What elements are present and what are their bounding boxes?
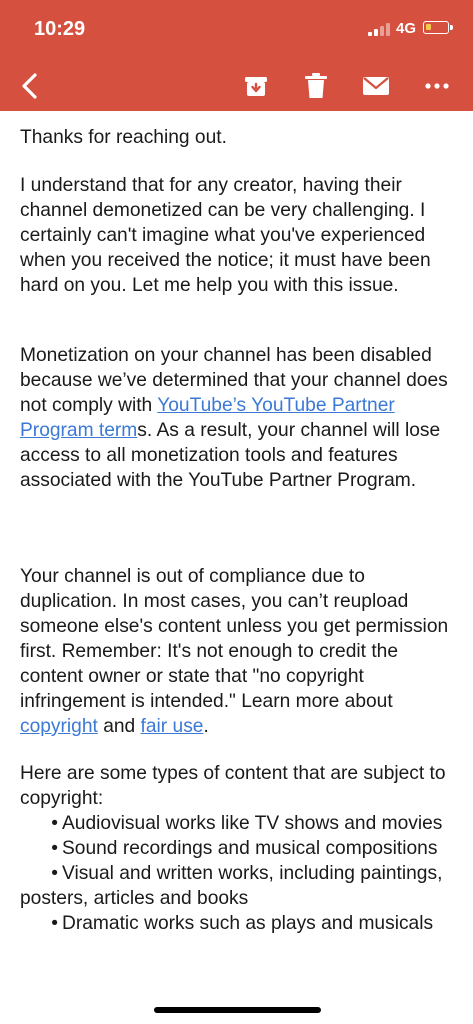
app-header: 10:29 4G (0, 0, 473, 111)
bullet-icon: • (51, 838, 58, 859)
signal-icon (368, 22, 392, 36)
email-toolbar (0, 60, 473, 111)
bullet-icon: • (51, 913, 58, 934)
status-bar: 10:29 4G (0, 0, 473, 60)
paragraph-text: Your channel is out of compliance due to… (20, 566, 449, 712)
section-intro: Here are some types of content that are … (20, 763, 446, 809)
paragraph-text: and (97, 716, 141, 737)
bullet-icon: • (51, 863, 58, 884)
delete-button[interactable] (298, 68, 334, 104)
email-paragraph: Your channel is out of compliance due to… (20, 564, 460, 739)
archive-icon (245, 77, 267, 96)
copyright-types-section: Here are some types of content that are … (20, 761, 460, 936)
status-time: 10:29 (34, 18, 86, 40)
mail-button[interactable] (358, 68, 394, 104)
more-horizontal-icon (425, 83, 449, 89)
list-item: • Sound recordings and musical compositio… (20, 836, 460, 861)
archive-button[interactable] (238, 68, 274, 104)
fair-use-link[interactable]: fair use (141, 716, 204, 737)
copyright-link[interactable]: copyright (20, 716, 98, 737)
email-paragraph: I understand that for any creator, havin… (20, 175, 431, 296)
envelope-icon (363, 77, 389, 95)
back-button[interactable] (12, 68, 48, 104)
paragraph-text: . (203, 716, 209, 737)
list-item: • Dramatic works such as plays and musica… (20, 911, 460, 936)
bullet-icon: • (51, 813, 58, 834)
email-paragraph: Thanks for reaching out. (20, 127, 227, 148)
home-indicator[interactable] (154, 1007, 321, 1013)
list-item: • Audiovisual works like TV shows and mov… (20, 811, 460, 836)
more-button[interactable] (419, 68, 455, 104)
battery-icon (423, 21, 453, 34)
email-paragraph: Monetization on your channel has been di… (20, 343, 460, 493)
network-type: 4G (396, 20, 417, 37)
trash-icon (305, 73, 327, 98)
chevron-left-icon (22, 73, 37, 99)
list-item: • Visual and written works, including pai… (20, 863, 443, 909)
